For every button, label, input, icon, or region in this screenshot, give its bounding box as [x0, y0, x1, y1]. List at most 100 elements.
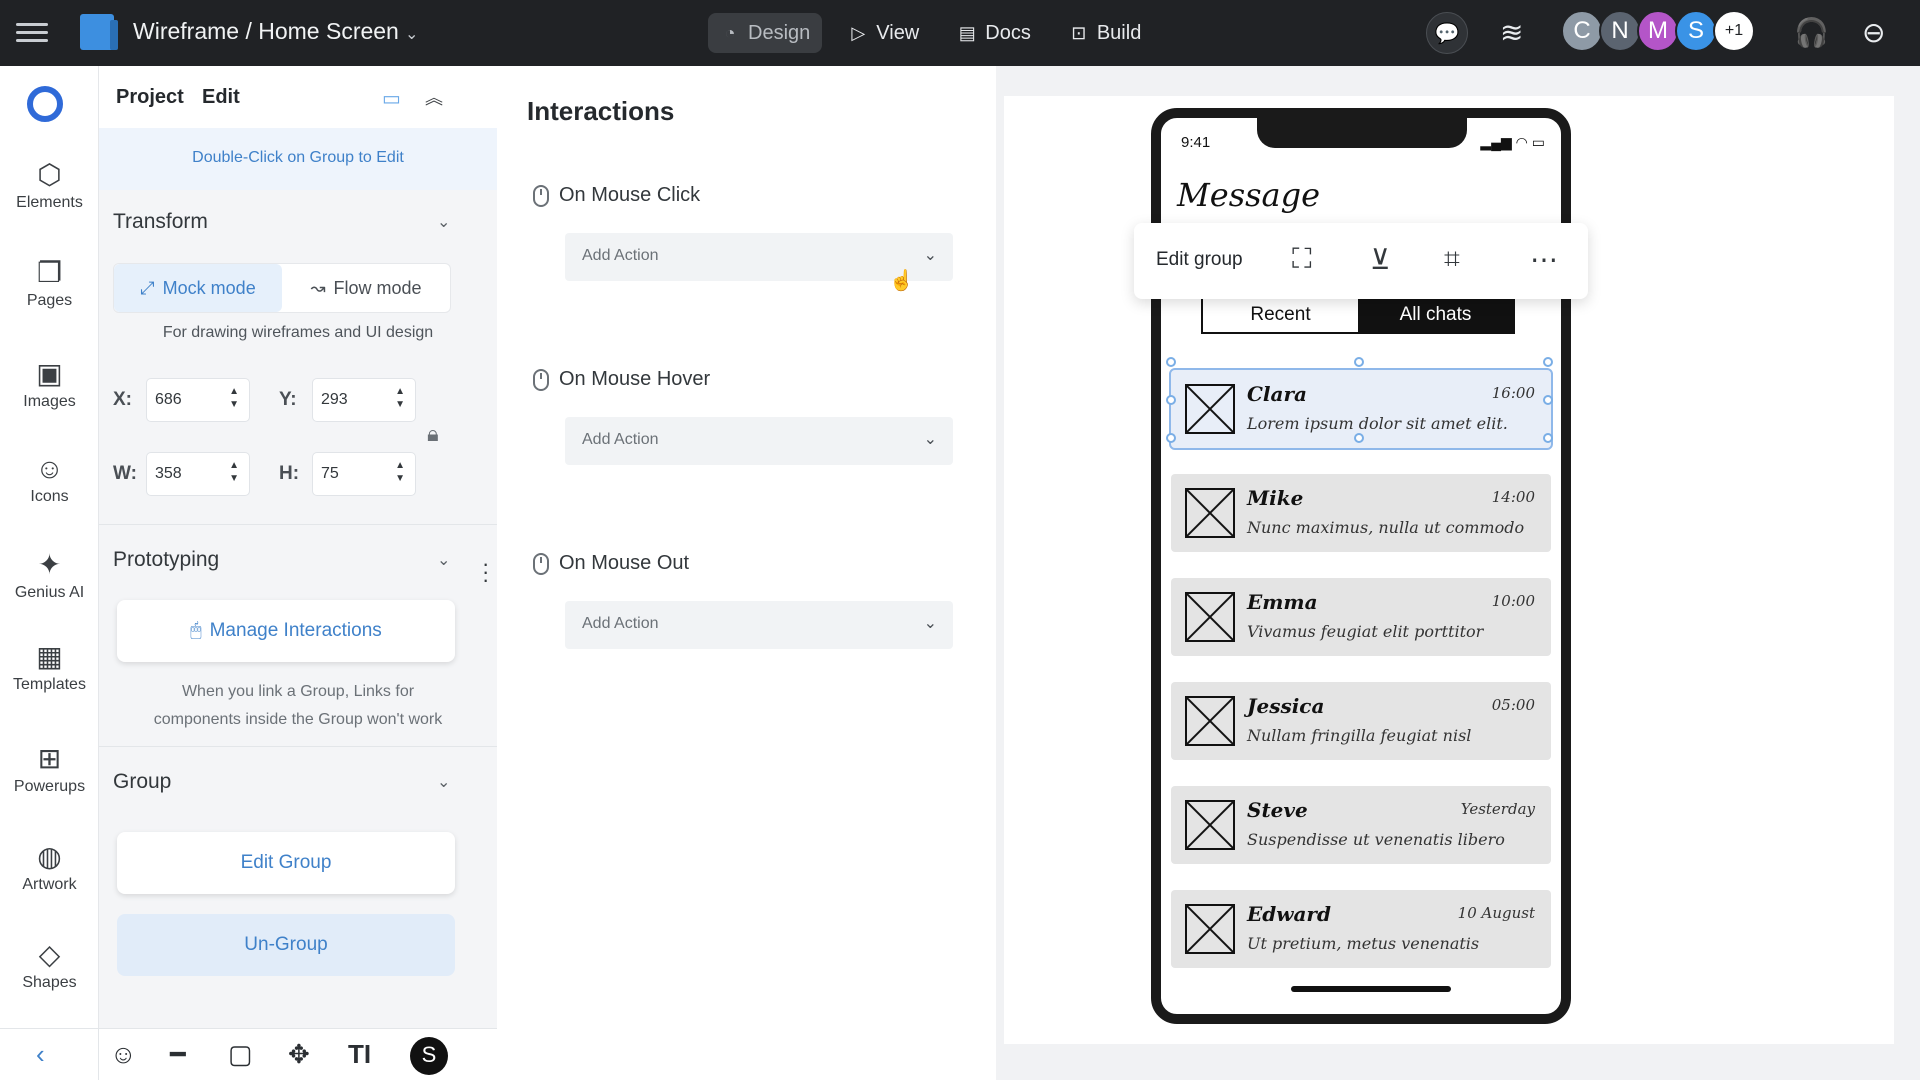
pages-icon: ❐	[36, 257, 63, 288]
paint-roller-icon[interactable]: ▭	[382, 86, 401, 111]
tab-project[interactable]: Project	[116, 86, 184, 109]
ungroup-button[interactable]: Un-Group	[117, 914, 455, 976]
rail-item-icons[interactable]: ☺ Icons	[0, 450, 99, 506]
rail-item-templates[interactable]: ▦ Templates	[0, 638, 99, 694]
emoji-icon[interactable]: ☺	[110, 1039, 137, 1070]
tab-docs[interactable]: ▤ Docs	[945, 13, 1043, 53]
rail-item-artwork[interactable]: ◍ Artwork	[0, 838, 99, 894]
comments-button[interactable]: 💬	[1426, 12, 1468, 54]
mode-description: For drawing wireframes and UI design	[162, 324, 434, 341]
resize-handle[interactable]	[1354, 357, 1364, 367]
chat-row[interactable]: Mike 14:00 Nunc maximus, nulla ut commod…	[1171, 474, 1551, 552]
stepper-icon[interactable]: ▲ ▼	[229, 385, 239, 411]
avatar-s[interactable]: S	[1675, 10, 1717, 52]
group-floating-toolbar: Edit group ⛶ ⊻ ⌗ ⋯	[1134, 223, 1588, 299]
tab-view[interactable]: ▷ View	[836, 13, 931, 53]
resize-handle[interactable]	[1543, 395, 1553, 405]
scribble-icon[interactable]: S	[410, 1037, 448, 1075]
chat-time: 16:00	[1491, 384, 1535, 402]
phone-notch	[1257, 114, 1467, 148]
line-icon[interactable]: ━	[170, 1039, 186, 1070]
properties-panel: Project Edit ▭ ︽ Double-Click on Group t…	[99, 66, 497, 1080]
mockup-title[interactable]: Message	[1177, 176, 1320, 214]
chat-row[interactable]: Steve Yesterday Suspendisse ut venenatis…	[1171, 786, 1551, 864]
lock-ratio-icon[interactable]: 🔒︎	[427, 421, 439, 447]
flow-mode-button[interactable]: ↝ Flow mode	[282, 264, 450, 312]
status-time: 9:41	[1181, 134, 1211, 151]
mouse-icon: 🖱︎	[190, 620, 202, 641]
rail-item-pages[interactable]: ❐ Pages	[0, 254, 99, 310]
resize-handle[interactable]	[1543, 357, 1553, 367]
mockup-tabs[interactable]: Recent All chats	[1201, 296, 1515, 334]
resize-handle[interactable]	[1543, 433, 1553, 443]
text-tool-icon[interactable]: TI	[348, 1039, 371, 1070]
x-input[interactable]: 686 ▲ ▼	[146, 378, 250, 422]
zoom-out-icon[interactable]: ⊖	[1862, 16, 1885, 49]
chat-row[interactable]: Emma 10:00 Vivamus feugiat elit porttito…	[1171, 578, 1551, 656]
event-on-mouse-out: On Mouse Out	[533, 552, 689, 575]
app-logo[interactable]	[80, 14, 118, 50]
chat-row[interactable]: Jessica 05:00 Nullam fringilla feugiat n…	[1171, 682, 1551, 760]
avatar-c[interactable]: C	[1561, 10, 1603, 52]
hamburger-menu-icon[interactable]	[16, 18, 48, 48]
h-input[interactable]: 75 ▲ ▼	[312, 452, 416, 496]
collapse-up-icon[interactable]: ︽	[425, 84, 443, 110]
more-vertical-icon[interactable]: · · ·	[482, 553, 489, 591]
chevron-down-icon[interactable]: ⌄	[437, 212, 450, 232]
frame-select-icon[interactable]: ⛶	[1292, 243, 1312, 276]
more-horizontal-icon[interactable]: ⋯	[1530, 243, 1558, 276]
brand-logo[interactable]	[27, 86, 63, 122]
chevron-down-icon[interactable]: ⌄	[437, 550, 450, 570]
stepper-icon[interactable]: ▲ ▼	[395, 459, 405, 485]
rail-item-elements[interactable]: ⬡ Elements	[0, 156, 99, 212]
mock-mode-button[interactable]: ⤢ Mock mode	[114, 264, 282, 312]
component-icon[interactable]: ✥	[288, 1039, 310, 1070]
y-input[interactable]: 293 ▲ ▼	[312, 378, 416, 422]
resize-handle[interactable]	[1166, 433, 1176, 443]
tab-design-label: Design	[748, 21, 811, 44]
back-chevron-icon[interactable]: ‹	[36, 1039, 45, 1070]
chat-time: 10 August	[1457, 904, 1535, 922]
rail-item-images[interactable]: ▣ Images	[0, 355, 99, 411]
chevron-down-icon[interactable]: ⌄	[405, 24, 418, 44]
resize-handle[interactable]	[1354, 433, 1364, 443]
chat-row[interactable]: Edward 10 August Ut pretium, metus venen…	[1171, 890, 1551, 968]
document-title[interactable]: Wireframe / Home Screen	[133, 18, 399, 45]
resize-handle[interactable]	[1166, 357, 1176, 367]
mockup-tab-recent[interactable]: Recent	[1203, 298, 1358, 332]
stepper-icon[interactable]: ▲ ▼	[229, 459, 239, 485]
manage-interactions-button[interactable]: 🖱︎ Manage Interactions	[117, 600, 455, 662]
stepper-icon[interactable]: ▲ ▼	[395, 385, 405, 411]
image-icon: ▣	[36, 358, 63, 389]
chat-preview: Lorem ipsum dolor sit amet elit.	[1247, 414, 1508, 433]
avatar-m[interactable]: M	[1637, 10, 1679, 52]
w-input[interactable]: 358 ▲ ▼	[146, 452, 250, 496]
resize-handle[interactable]	[1166, 395, 1176, 405]
tab-design[interactable]: ◔ Design	[708, 13, 823, 53]
focus-frame-icon[interactable]: ⌗	[1444, 243, 1460, 276]
headphones-icon[interactable]: 🎧	[1794, 16, 1829, 49]
image-placeholder-icon	[1185, 904, 1235, 954]
chat-time: 05:00	[1491, 696, 1535, 714]
hand-cursor-icon: ☝	[889, 270, 914, 292]
rail-item-label: Shapes	[22, 974, 77, 991]
add-action-dropdown-out[interactable]: Add Action ⌄	[565, 601, 953, 649]
download-icon[interactable]: ⊻	[1370, 243, 1391, 276]
y-value: 293	[321, 391, 348, 408]
avatar-n[interactable]: N	[1599, 10, 1641, 52]
mockup-tab-all-chats[interactable]: All chats	[1358, 298, 1513, 332]
chevron-down-icon[interactable]: ⌄	[437, 772, 450, 792]
tab-edit[interactable]: Edit	[202, 86, 240, 109]
rail-item-powerups[interactable]: ⊞ Powerups	[0, 740, 99, 796]
layers-icon[interactable]: ≋	[1500, 16, 1523, 49]
more-users-badge[interactable]: +1	[1713, 10, 1755, 52]
edit-group-toolbar-button[interactable]: Edit group	[1156, 249, 1243, 271]
rail-item-genius-ai[interactable]: ✦ Genius AI	[0, 546, 99, 602]
add-action-dropdown-hover[interactable]: Add Action ⌄	[565, 417, 953, 465]
smiley-icon: ☺	[35, 453, 64, 484]
rectangle-icon[interactable]: ▢	[228, 1039, 253, 1070]
tab-build[interactable]: ⊡ Build	[1057, 13, 1153, 53]
h-value: 75	[321, 465, 339, 482]
edit-group-button[interactable]: Edit Group	[117, 832, 455, 894]
rail-item-shapes[interactable]: ◇ Shapes	[0, 936, 99, 992]
